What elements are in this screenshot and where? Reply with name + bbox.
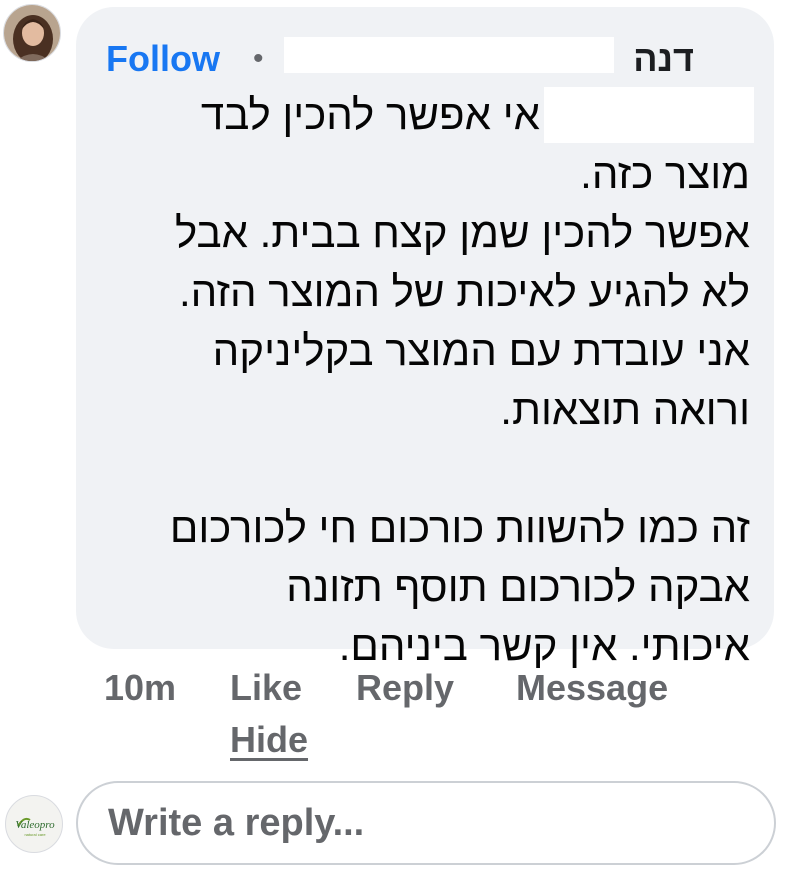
- reply-box[interactable]: [76, 781, 776, 865]
- comment-text: אי אפשר להכין לבד מוצר כזה. אפשר להכין ש…: [90, 85, 750, 675]
- reply-button[interactable]: Reply: [356, 666, 454, 710]
- message-button[interactable]: Message: [516, 666, 668, 710]
- comment-line: אבקה לכורכום תוסף תזונה: [286, 563, 750, 610]
- comment-line: אי אפשר להכין לבד: [200, 91, 540, 138]
- separator-dot: •: [253, 42, 264, 75]
- comment-line: אפשר להכין שמן קצח בבית. אבל: [175, 209, 750, 256]
- svg-text:Valeopro: Valeopro: [15, 819, 55, 831]
- comment-timestamp[interactable]: 10m: [104, 666, 176, 710]
- hide-button[interactable]: Hide: [230, 718, 308, 762]
- comment-header: Follow • דנה: [106, 35, 744, 83]
- comment-line-blank: [90, 439, 750, 498]
- commenter-avatar[interactable]: [3, 4, 61, 62]
- follow-link[interactable]: Follow: [106, 35, 220, 83]
- page-avatar[interactable]: Valeopro natural care: [5, 795, 63, 853]
- comment-line: אני עובדת עם המוצר בקליניקה: [212, 327, 750, 374]
- comment-bubble: Follow • דנה אי אפשר להכין לבד מוצר כזה.…: [76, 7, 774, 669]
- comment-actions: 10m Like Reply Message Hide: [104, 666, 744, 766]
- svg-text:natural care: natural care: [24, 832, 46, 837]
- author-name[interactable]: דנה: [633, 35, 694, 83]
- like-button[interactable]: Like: [230, 666, 302, 710]
- avatar-photo: [4, 5, 60, 61]
- comment-line: ורואה תוצאות.: [500, 386, 750, 433]
- redacted-author-name: [284, 37, 614, 73]
- comment-line: זה כמו להשוות כורכום חי לכורכום: [169, 504, 750, 551]
- reply-input[interactable]: [108, 783, 728, 863]
- valeopro-logo-icon: Valeopro natural care: [15, 817, 55, 837]
- comment-line: מוצר כזה.: [580, 150, 750, 197]
- comment-line: לא להגיע לאיכות של המוצר הזה.: [178, 268, 750, 315]
